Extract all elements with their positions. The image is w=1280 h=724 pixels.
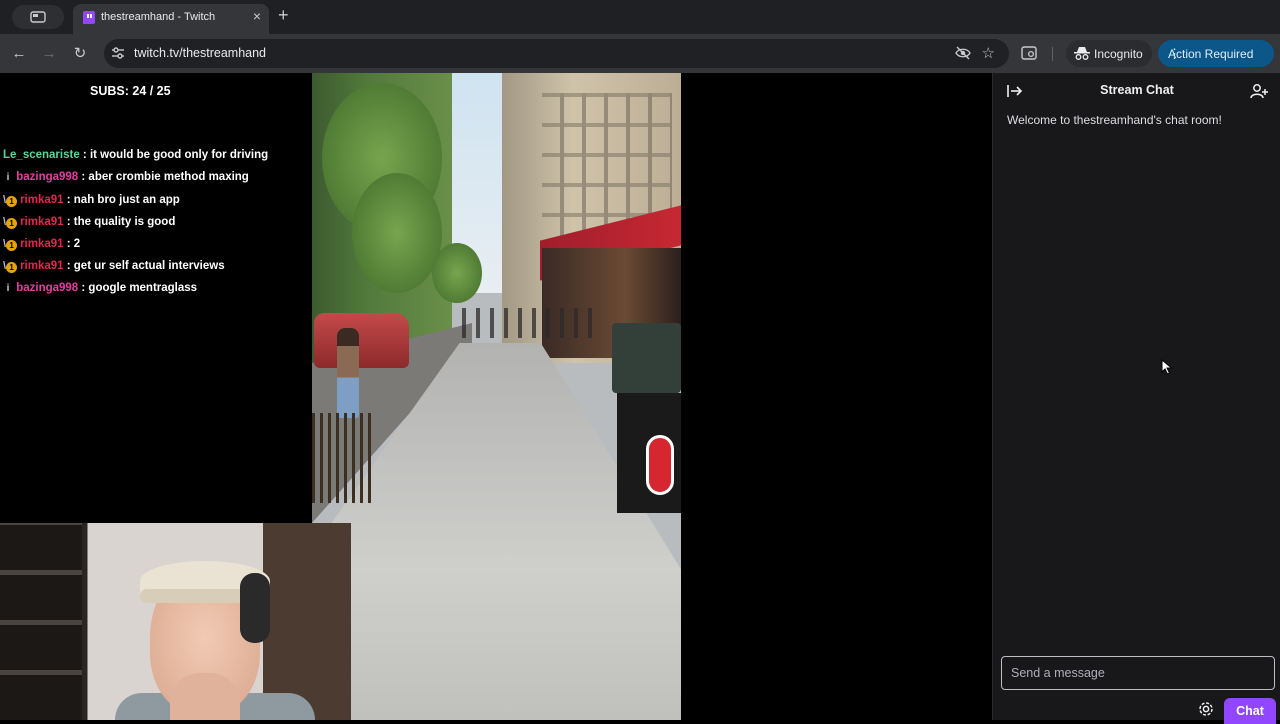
chat-username[interactable]: rimka91: [20, 238, 63, 250]
mouse-cursor-icon: [1161, 359, 1173, 375]
trash-bins: [612, 323, 681, 393]
tab-title: thestreamhand - Twitch: [101, 11, 216, 23]
chat-message-text: : nah bro just an app: [66, 194, 180, 206]
chat-username[interactable]: rimka91: [20, 216, 63, 228]
chat-message: i bazinga998 : google mentraglass: [3, 279, 303, 298]
chat-message-text: : aber crombie method maxing: [81, 171, 249, 183]
cap-visor: [140, 589, 250, 603]
send-message-input[interactable]: [1001, 656, 1275, 690]
chat-message: i bazinga998 : aber crombie method maxin…: [3, 168, 303, 187]
toolbar-separator: [1052, 47, 1053, 61]
tree-fence: [312, 413, 372, 503]
chat-sidebar: Stream Chat Welcome to thestreamhand's c…: [992, 73, 1280, 724]
chat-username[interactable]: Le_scenariste: [3, 149, 80, 161]
chat-username[interactable]: rimka91: [20, 260, 63, 272]
sub-badge-icon: 1: [6, 262, 18, 273]
restaurant-logo: [646, 435, 674, 495]
reading-mode-icon[interactable]: [1021, 46, 1037, 60]
incognito-label: Incognito: [1094, 47, 1143, 61]
chat-username[interactable]: bazinga998: [16, 282, 78, 294]
tab-search-button[interactable]: [12, 5, 64, 29]
headphones: [240, 573, 270, 643]
chat-username[interactable]: rimka91: [20, 194, 63, 206]
user-badge-icon: i: [6, 172, 10, 183]
stream-video[interactable]: SUBS: 24 / 25 Le_scenariste : it would b…: [0, 73, 992, 720]
chat-message-text: : google mentraglass: [81, 282, 198, 294]
browser-tab-active[interactable]: thestreamhand - Twitch ×: [73, 4, 269, 34]
browser-tab-bar: thestreamhand - Twitch × +: [0, 0, 1280, 34]
community-users-icon[interactable]: [1250, 83, 1268, 99]
tree: [352, 173, 442, 293]
subs-counter: SUBS: 24 / 25: [90, 84, 171, 98]
sub-badge-icon: 1: [6, 196, 18, 207]
tab-search-icon: [30, 11, 46, 23]
user-badge-icon: i: [6, 283, 10, 294]
chat-title: Stream Chat: [1100, 83, 1174, 97]
chat-message: \ 1 rimka91 : 2: [3, 235, 303, 253]
twitch-favicon-icon: [83, 11, 95, 24]
browser-menu-icon[interactable]: ⋮: [1168, 46, 1264, 62]
tracking-protection-eye-off-icon[interactable]: [955, 46, 971, 60]
url-text: twitch.tv/thestreamhand: [134, 46, 267, 60]
site-settings-icon[interactable]: [111, 46, 125, 60]
pedestrian: [337, 328, 359, 418]
address-bar[interactable]: twitch.tv/thestreamhand ☆: [104, 39, 1009, 68]
incognito-icon: [1074, 47, 1090, 60]
chat-send-button[interactable]: Chat: [1224, 698, 1276, 724]
stream-chat-overlay: Le_scenariste : it would be good only fo…: [3, 146, 303, 302]
chat-message-text: : get ur self actual interviews: [66, 260, 225, 272]
sub-badge-icon: 1: [6, 240, 18, 251]
chat-message-text: : it would be good only for driving: [82, 149, 269, 161]
forward-button[interactable]: →: [38, 43, 60, 65]
incognito-indicator[interactable]: Incognito: [1066, 40, 1152, 67]
reload-button[interactable]: ↻: [69, 43, 91, 65]
chat-message: \ 1 rimka91 : the quality is good: [3, 213, 303, 231]
new-tab-button[interactable]: +: [278, 6, 289, 24]
tab-close-icon[interactable]: ×: [253, 9, 261, 23]
chat-settings-gear-icon[interactable]: [1198, 701, 1214, 717]
chat-message-text: : 2: [66, 238, 81, 250]
back-button[interactable]: ←: [8, 43, 30, 65]
chat-message-text: : the quality is good: [66, 216, 176, 228]
chat-message: \ 1 rimka91 : nah bro just an app: [3, 191, 303, 209]
browser-toolbar: ← → ↻ twitch.tv/thestreamhand ☆ Incognit…: [0, 34, 1280, 73]
bookmark-star-icon[interactable]: ☆: [982, 44, 995, 62]
streamer-webcam: [0, 523, 351, 720]
street-scene-video: [312, 73, 681, 720]
chat-message: \ 1 rimka91 : get ur self actual interview…: [3, 257, 303, 275]
action-required-button[interactable]: Action Required ⋮: [1158, 40, 1274, 67]
chat-message: Le_scenariste : it would be good only fo…: [3, 146, 303, 164]
parked-car: [314, 313, 409, 368]
streamer-hands: [170, 673, 240, 720]
chat-welcome-message: Welcome to thestreamhand's chat room!: [1007, 113, 1222, 127]
tree: [432, 243, 482, 303]
sub-badge-icon: 1: [6, 218, 18, 229]
shoe-shelf: [0, 523, 82, 720]
chat-username[interactable]: bazinga998: [16, 171, 78, 183]
pedestrians: [462, 308, 592, 338]
